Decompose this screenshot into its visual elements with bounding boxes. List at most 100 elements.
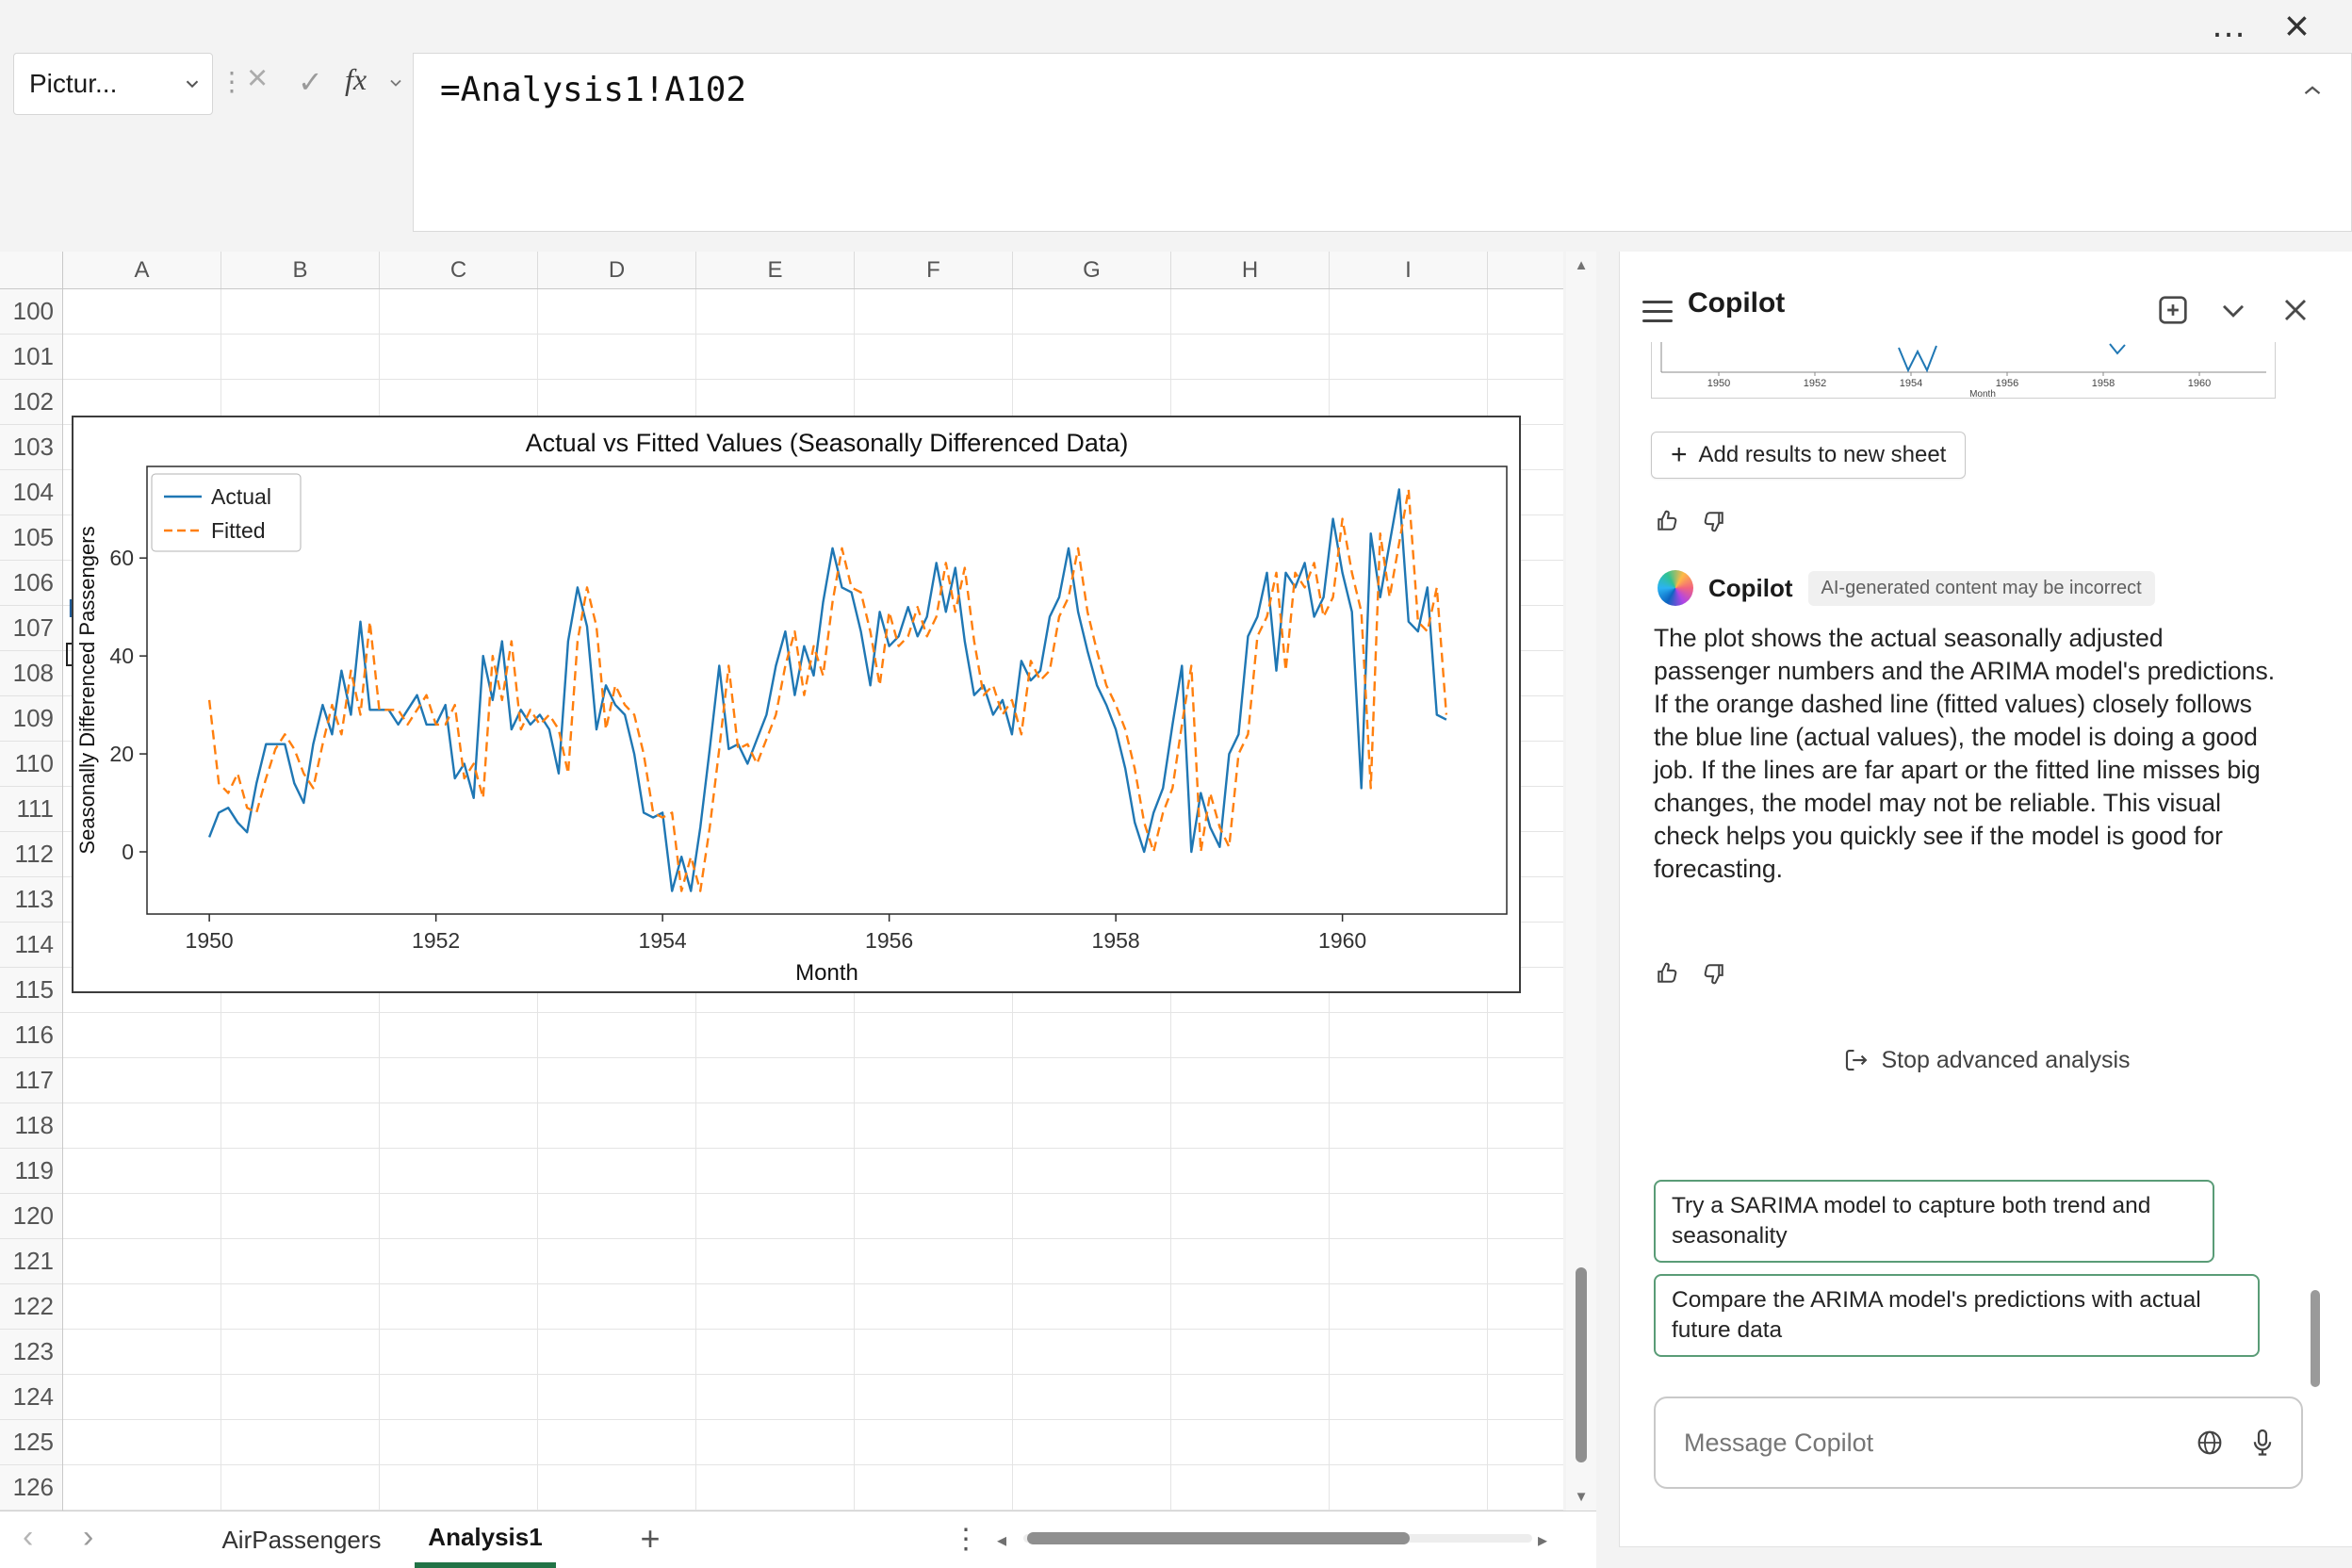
column-header-A[interactable]: A [63,252,221,288]
scroll-down-icon[interactable]: ▼ [1566,1489,1596,1505]
new-chat-icon[interactable] [2154,291,2192,329]
suggestion-chip-compare[interactable]: Compare the ARIMA model's predictions wi… [1654,1274,2260,1357]
row-header-113[interactable]: 113 [0,877,62,923]
horizontal-scroll-thumb[interactable] [1027,1532,1410,1544]
row-header-114[interactable]: 114 [0,923,62,968]
sheet-options-icon[interactable]: ⋮ [952,1523,980,1556]
svg-text:1954: 1954 [639,928,687,953]
add-sheet-icon[interactable]: + [629,1519,671,1559]
excel-window: … × Pictur... ⋮ × ✓ fx =Analysis1!A102 A… [0,0,2352,1568]
row-header-123[interactable]: 123 [0,1330,62,1375]
column-header-H[interactable]: H [1171,252,1330,288]
row-header-116[interactable]: 116 [0,1013,62,1058]
row-header-120[interactable]: 120 [0,1194,62,1239]
row-header-104[interactable]: 104 [0,470,62,515]
formula-bar[interactable]: =Analysis1!A102 [413,53,2352,232]
insert-function-icon[interactable]: fx [345,62,367,97]
row-header-115[interactable]: 115 [0,968,62,1013]
panel-scroll-thumb[interactable] [2311,1290,2320,1387]
row-header-101[interactable]: 101 [0,335,62,380]
copilot-input-container [1654,1396,2303,1489]
svg-text:1958: 1958 [1092,928,1140,953]
row-header-108[interactable]: 108 [0,651,62,696]
row-header-119[interactable]: 119 [0,1149,62,1194]
row-header-109[interactable]: 109 [0,696,62,742]
microphone-icon[interactable] [2246,1427,2278,1459]
row-header-125[interactable]: 125 [0,1420,62,1465]
svg-text:1950: 1950 [1707,378,1730,389]
cancel-entry-icon[interactable]: × [247,58,268,99]
row-header-121[interactable]: 121 [0,1239,62,1284]
sheet-tab-analysis1[interactable]: Analysis1 [415,1511,556,1568]
copilot-sender: Copilot [1708,574,1793,603]
svg-text:Actual vs Fitted Values (Seaso: Actual vs Fitted Values (Seasonally Diff… [526,429,1129,457]
hscroll-left-icon[interactable]: ◂ [997,1528,1006,1552]
select-all-corner[interactable] [0,252,63,289]
row-header-103[interactable]: 103 [0,425,62,470]
row-headers: 1001011021031041051061071081091101111121… [0,289,63,1511]
scroll-up-icon[interactable]: ▲ [1566,257,1596,273]
row-header-107[interactable]: 107 [0,606,62,651]
svg-text:Fitted: Fitted [211,518,266,543]
vertical-scroll-thumb[interactable] [1576,1267,1587,1462]
row-header-106[interactable]: 106 [0,561,62,606]
grid-vertical-scrollbar[interactable]: ▲ ▼ [1566,252,1596,1511]
svg-text:60: 60 [109,546,134,570]
thumbs-down-icon[interactable] [1699,959,1727,988]
feedback-row [1654,959,1727,988]
accept-entry-icon[interactable]: ✓ [298,64,323,100]
row-header-102[interactable]: 102 [0,380,62,425]
chevron-down-icon [182,74,203,94]
column-header-F[interactable]: F [855,252,1013,288]
sheet-tab-airpassengers[interactable]: AirPassengers [193,1511,410,1568]
collapse-formula-bar-icon[interactable] [2298,76,2327,105]
column-headers: ABCDEFGHI [63,252,1563,289]
stop-advanced-analysis-button[interactable]: Stop advanced analysis [1841,1046,2130,1074]
column-header-E[interactable]: E [696,252,855,288]
column-header-D[interactable]: D [538,252,696,288]
name-box[interactable]: Pictur... [13,53,213,115]
stop-analysis-icon [1841,1046,1870,1074]
svg-text:1960: 1960 [1318,928,1366,953]
row-header-100[interactable]: 100 [0,289,62,335]
chevron-down-icon[interactable] [2214,291,2252,329]
suggestion-chip-sarima[interactable]: Try a SARIMA model to capture both trend… [1654,1180,2214,1263]
row-header-110[interactable]: 110 [0,742,62,787]
copilot-model-icon[interactable] [2194,1427,2226,1459]
row-header-112[interactable]: 112 [0,832,62,877]
column-header-B[interactable]: B [221,252,380,288]
sheet-nav-right-icon[interactable]: › [83,1519,93,1556]
svg-text:1958: 1958 [2092,378,2115,389]
close-panel-icon[interactable] [2277,291,2314,329]
window-close-icon[interactable]: × [2284,0,2310,51]
copilot-chart-thumbnail[interactable]: 195019521954195619581960Month [1651,342,2276,399]
sheet-nav-left-icon[interactable]: ‹ [23,1519,33,1556]
arima-plot-picture[interactable]: Actual vs Fitted Values (Seasonally Diff… [72,416,1521,993]
svg-text:1952: 1952 [1804,378,1826,389]
formula-value[interactable]: =Analysis1!A102 [440,71,746,109]
copilot-title: Copilot [1688,287,1785,319]
name-box-value: Pictur... [29,69,182,99]
hscroll-right-icon[interactable]: ▸ [1538,1528,1547,1552]
thumbs-down-icon[interactable] [1699,507,1727,535]
thumbs-up-icon[interactable] [1654,959,1682,988]
window-more-icon[interactable]: … [2211,6,2248,46]
chevron-down-icon[interactable] [386,74,405,92]
thumbs-up-icon[interactable] [1654,507,1682,535]
column-header-I[interactable]: I [1330,252,1488,288]
column-header-C[interactable]: C [380,252,538,288]
row-header-117[interactable]: 117 [0,1058,62,1103]
svg-text:Month: Month [795,960,858,986]
formula-bar-divider: ⋮ [219,66,245,97]
menu-icon[interactable] [1642,301,1673,329]
row-header-118[interactable]: 118 [0,1103,62,1149]
row-header-111[interactable]: 111 [0,787,62,832]
row-header-124[interactable]: 124 [0,1375,62,1420]
row-header-122[interactable]: 122 [0,1284,62,1330]
row-header-105[interactable]: 105 [0,515,62,561]
add-results-button[interactable]: + Add results to new sheet [1651,432,1966,479]
copilot-message-input[interactable] [1684,1429,2194,1458]
row-header-126[interactable]: 126 [0,1465,62,1511]
column-header-G[interactable]: G [1013,252,1171,288]
svg-text:20: 20 [109,742,134,766]
